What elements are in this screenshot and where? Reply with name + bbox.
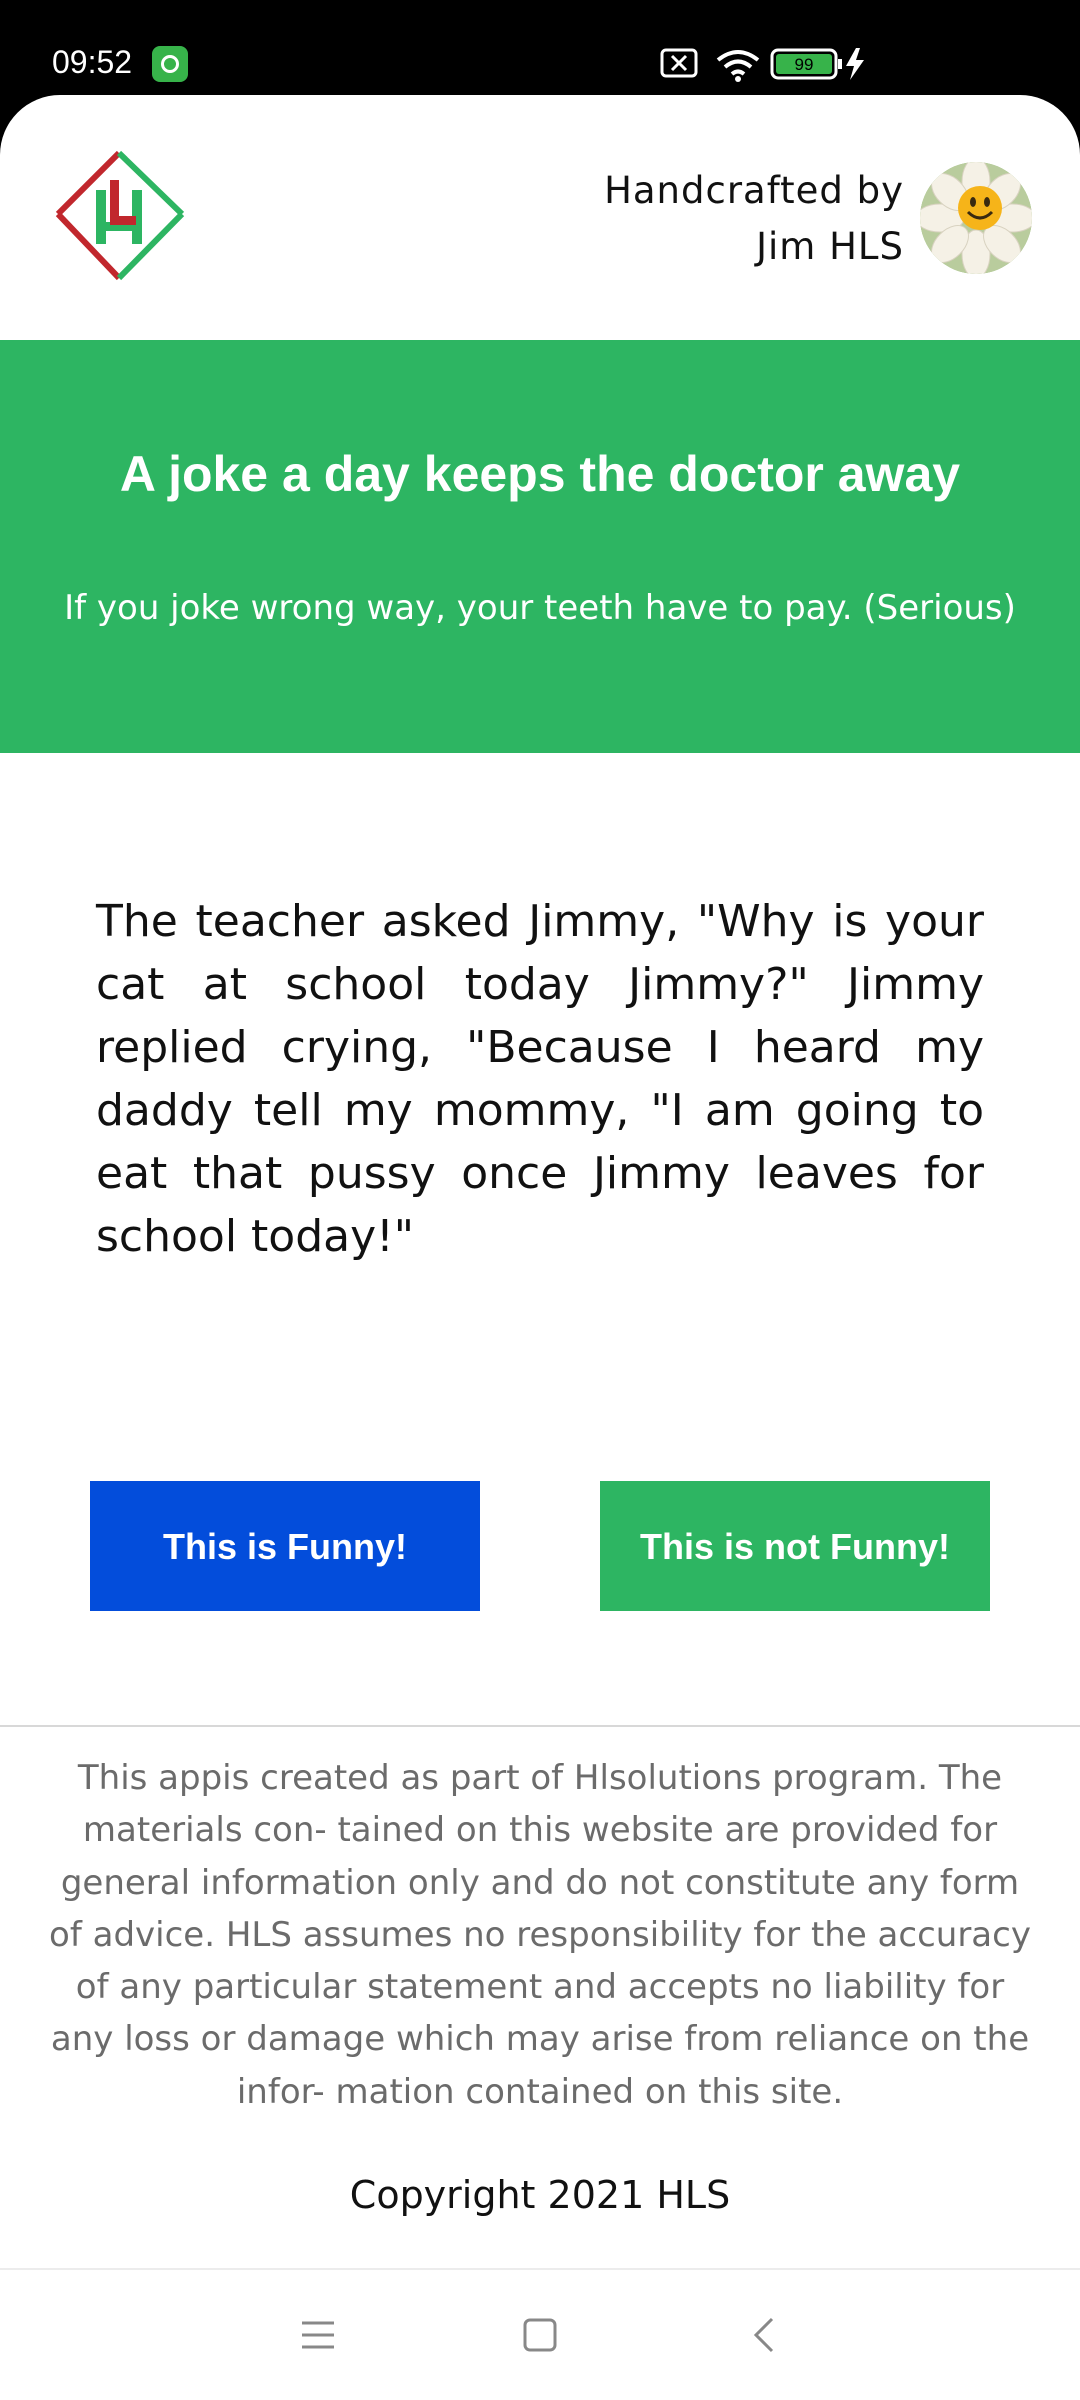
credit-text: Handcrafted by Jim HLS xyxy=(604,163,904,275)
banner-subtitle: If you joke wrong way, your teeth have t… xyxy=(64,588,1016,628)
menu-icon[interactable] xyxy=(288,2305,348,2365)
app-screen: Handcrafted by Jim HLS A joke a day keep… xyxy=(0,95,1080,2400)
notification-app-icon xyxy=(152,46,188,82)
battery-icon: 99 xyxy=(770,48,842,80)
banner-title: A joke a day keeps the doctor away xyxy=(119,446,961,502)
wifi-icon xyxy=(716,50,760,82)
hero-banner: A joke a day keeps the doctor away If yo… xyxy=(0,340,1080,753)
footer-divider xyxy=(0,1725,1080,1727)
copyright-text: Copyright 2021 HLS xyxy=(349,2173,731,2217)
joke-text: The teacher asked Jimmy, "Why is your ca… xyxy=(96,896,984,1262)
not-funny-button[interactable]: This is not Funny! xyxy=(600,1481,990,1611)
back-icon[interactable] xyxy=(736,2305,796,2365)
credit-line-1: Handcrafted by xyxy=(604,169,904,212)
hl-logo xyxy=(55,150,185,281)
disclaimer-text: This appis created as part of Hlsolution… xyxy=(49,1758,1031,2112)
funny-button[interactable]: This is Funny! xyxy=(90,1481,480,1611)
avatar xyxy=(920,162,1032,274)
status-time: 09:52 xyxy=(52,44,133,80)
no-sim-icon xyxy=(660,48,698,78)
status-icons: 99 xyxy=(660,48,864,82)
charging-icon xyxy=(846,48,864,80)
home-icon[interactable] xyxy=(510,2305,570,2365)
svg-text:99: 99 xyxy=(795,55,814,74)
credit-line-2: Jim HLS xyxy=(756,225,904,268)
status-bar: 09:52 99 xyxy=(0,0,1080,95)
system-nav-bar xyxy=(0,2270,1080,2400)
app-header: Handcrafted by Jim HLS xyxy=(0,95,1080,340)
